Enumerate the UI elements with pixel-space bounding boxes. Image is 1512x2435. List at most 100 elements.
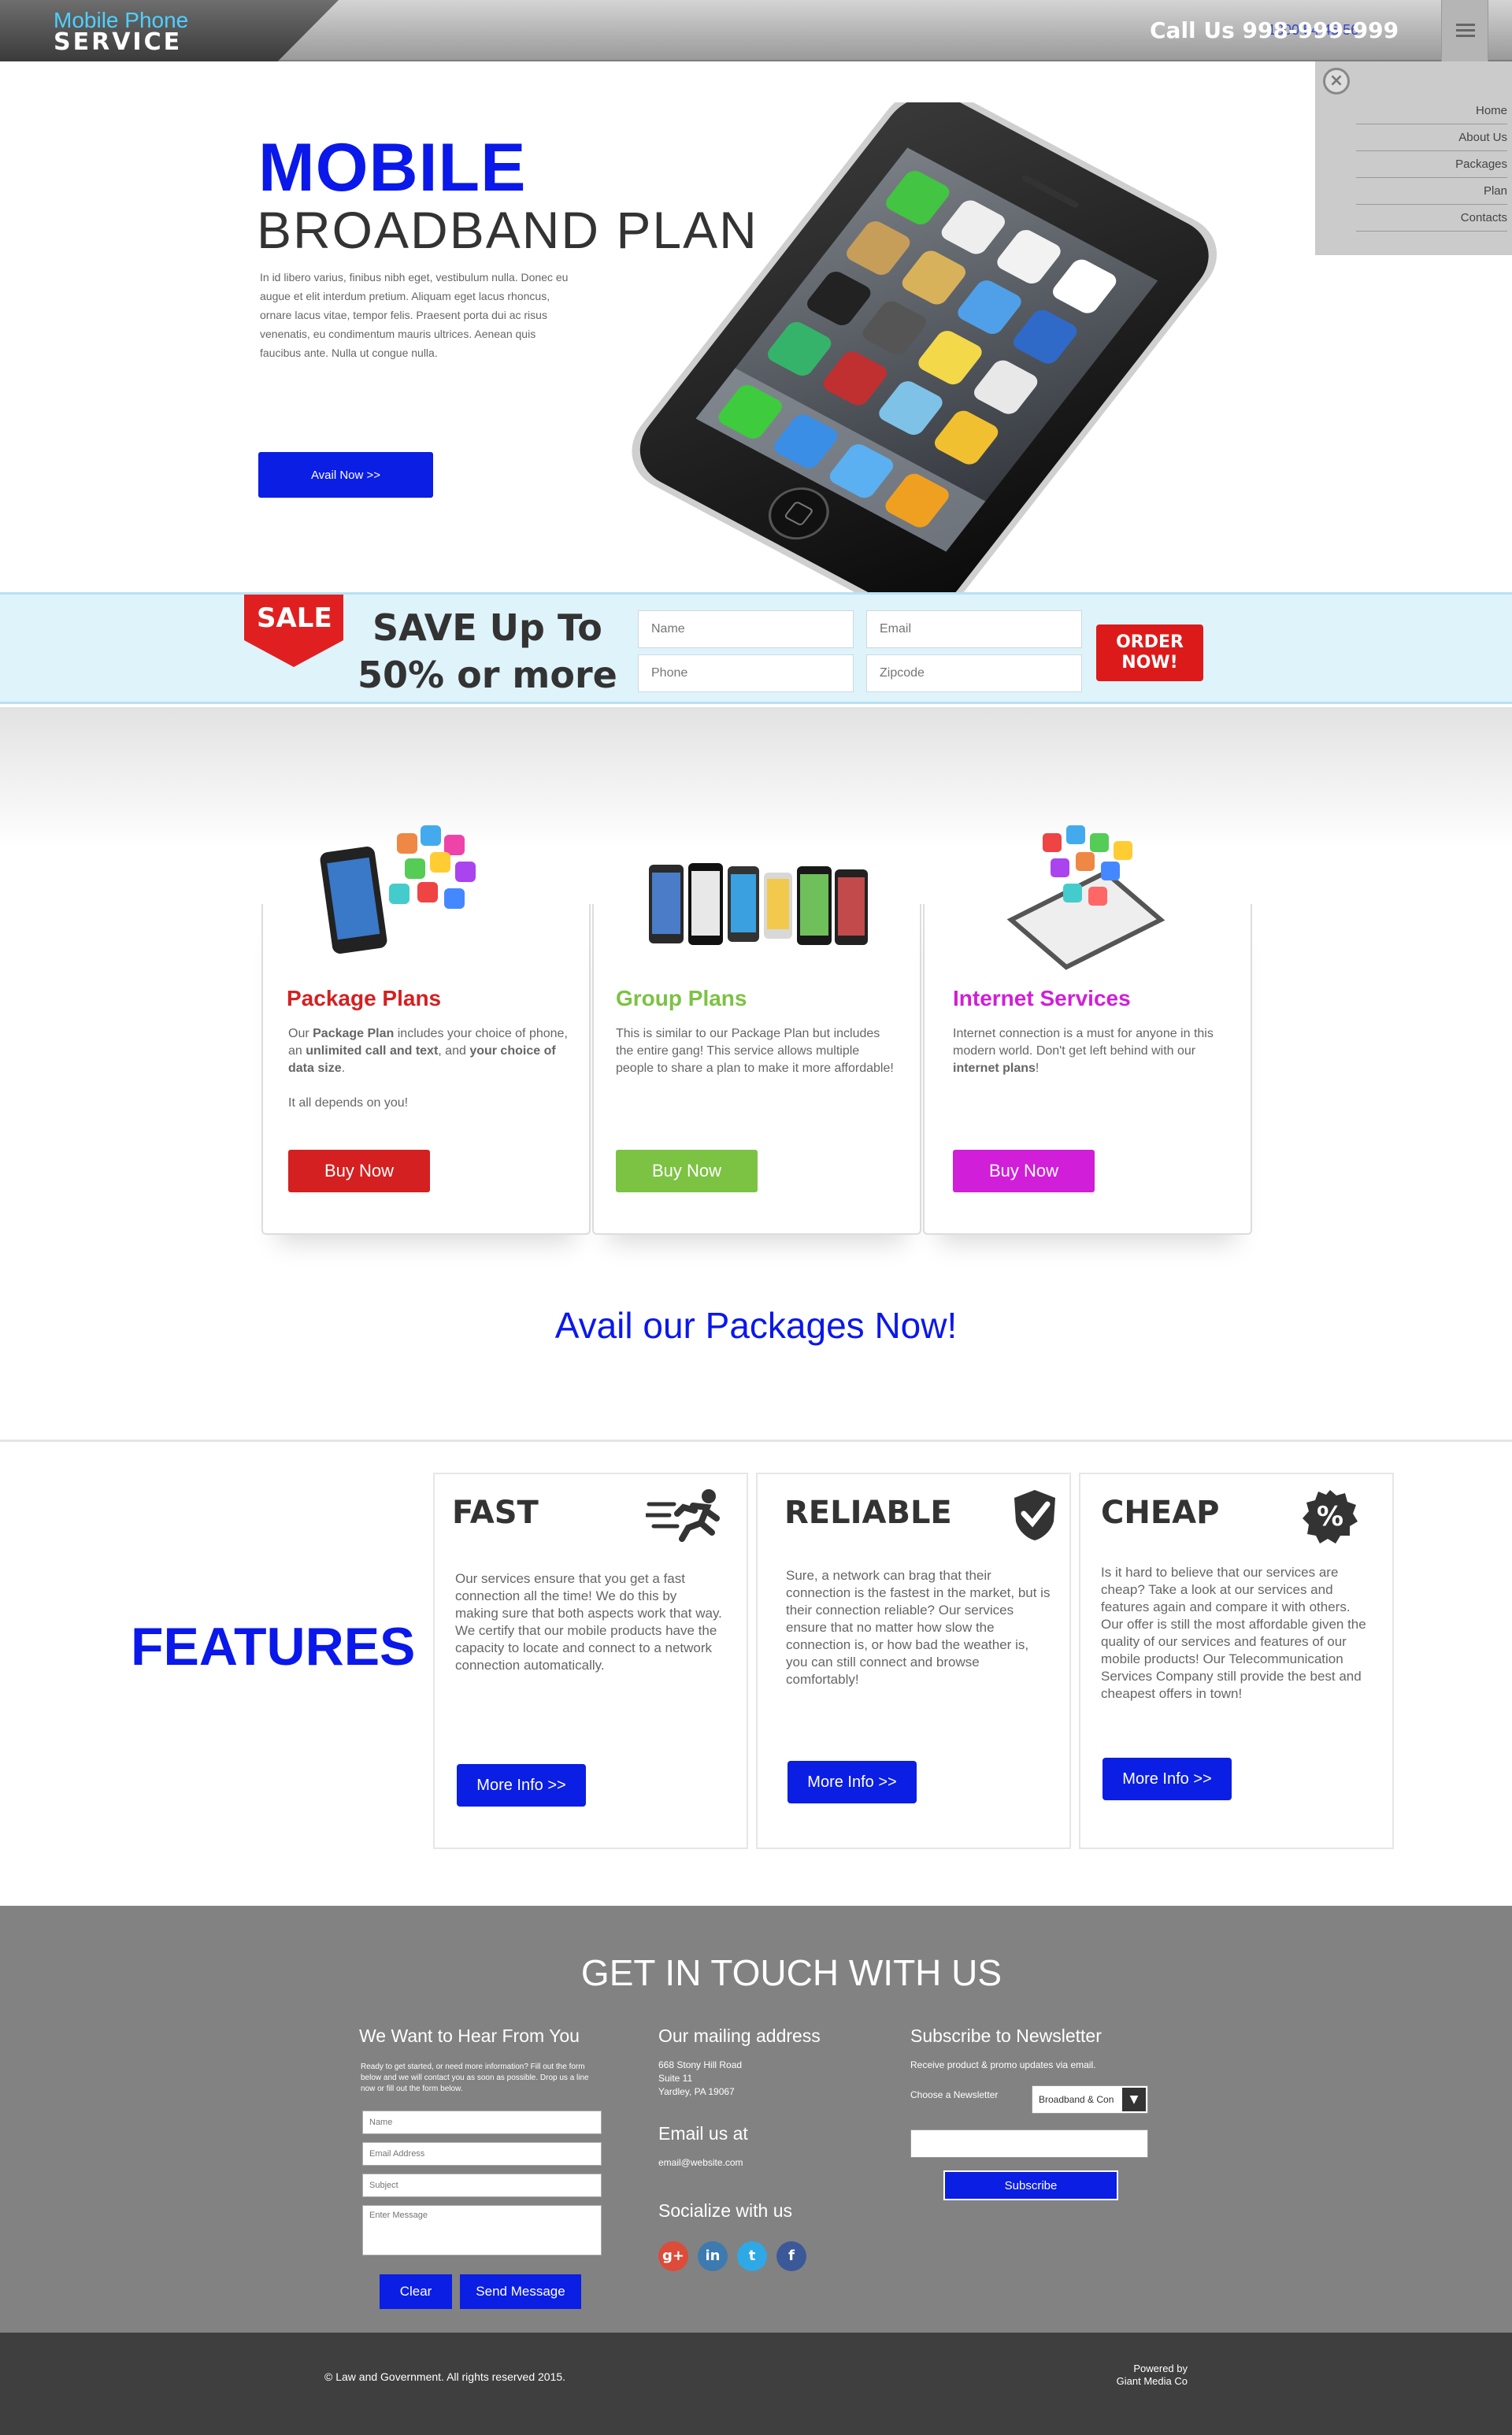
site-header: Mobile Phone SERVICE 1800 54 45 56 Call … <box>0 0 1512 61</box>
text-part: Internet connection is a must for anyone… <box>953 1027 1214 1058</box>
contact-form-intro: Ready to get started, or need more infor… <box>361 2063 589 2093</box>
chevron-down-icon[interactable]: ▼ <box>1122 2088 1146 2111</box>
logo[interactable]: Mobile Phone SERVICE <box>0 0 339 61</box>
text-bold: Package Plan <box>313 1027 395 1040</box>
contact-form-heading: We Want to Hear From You <box>359 2025 580 2046</box>
powered-by-label: Powered by <box>1133 2363 1188 2374</box>
mailing-address-heading: Our mailing address <box>658 2025 821 2046</box>
newsletter-selected-value: Broadband & Con <box>1039 2094 1114 2105</box>
phone-apps-icon <box>320 825 476 954</box>
shield-check-icon <box>1014 1490 1055 1540</box>
email-field[interactable] <box>866 610 1082 648</box>
more-info-button[interactable]: More Info >> <box>788 1761 917 1803</box>
sale-headline-line1: SAVE Up To <box>372 606 602 649</box>
avail-now-button[interactable]: Avail Now >> <box>258 452 433 498</box>
text-part: Our <box>288 1027 313 1040</box>
copyright-text: © Law and Government. All rights reserve… <box>324 2370 566 2383</box>
buy-now-button[interactable]: Buy Now <box>953 1150 1095 1192</box>
mailing-address-line: Suite 11 <box>658 2073 693 2084</box>
text-bold: unlimited call and text <box>306 1044 439 1058</box>
newsletter-heading: Subscribe to Newsletter <box>910 2025 1102 2046</box>
contact-subject-field[interactable] <box>362 2174 602 2197</box>
nav-item-contacts[interactable]: Contacts <box>1356 205 1507 232</box>
smartphone-apps-icon <box>1006 825 1166 970</box>
subscribe-button[interactable]: Subscribe <box>943 2170 1118 2200</box>
package-description: Internet connection is a must for anyone… <box>953 1025 1236 1077</box>
order-now-button[interactable]: ORDER NOW! <box>1096 625 1203 681</box>
hamburger-icon-bar <box>1456 35 1475 37</box>
powered-by: Powered by Giant Media Co <box>1106 2363 1188 2388</box>
facebook-icon[interactable]: f <box>776 2241 806 2271</box>
text-bold: internet plans <box>953 1062 1036 1075</box>
name-field[interactable] <box>638 610 854 648</box>
buy-now-button[interactable]: Buy Now <box>288 1150 430 1192</box>
nav-dropdown: × Home About Us Packages Plan Contacts <box>1315 61 1512 255</box>
feature-title: RELIABLE <box>784 1495 952 1531</box>
package-tagline: It all depends on you! <box>288 1096 409 1110</box>
phone-number[interactable]: Call Us 998-999-999 <box>1150 17 1399 43</box>
contact-title: GET IN TOUCH WITH US <box>580 1952 1002 1993</box>
more-info-button[interactable]: More Info >> <box>457 1764 586 1807</box>
package-description: This is similar to our Package Plan but … <box>616 1027 894 1075</box>
percent-badge-icon: % <box>1303 1490 1358 1544</box>
mailing-address-line: 668 Stony Hill Road <box>658 2059 743 2070</box>
running-man-icon <box>646 1489 720 1542</box>
package-title: Group Plans <box>616 986 747 1010</box>
feature-title: CHEAP <box>1101 1495 1220 1531</box>
hamburger-icon-bar <box>1456 29 1475 32</box>
svg-text:%: % <box>1317 1501 1343 1533</box>
contact-message-field[interactable] <box>362 2205 602 2255</box>
email-link[interactable]: email@website.com <box>658 2156 743 2170</box>
hero-title: MOBILE <box>258 130 527 206</box>
smartphone-illustration <box>632 102 1217 614</box>
google-plus-icon[interactable]: g+ <box>658 2241 688 2271</box>
feature-description: Our services ensure that you get a fast … <box>455 1571 722 1673</box>
avail-packages-heading: Avail our Packages Now! <box>554 1305 958 1346</box>
newsletter-intro: Receive product & promo updates via emai… <box>910 2059 1096 2070</box>
hero-description: In id libero varius, finibus nibh eget, … <box>260 271 569 359</box>
newsletter-choose-label: Choose a Newsletter <box>910 2089 999 2100</box>
contact-name-field[interactable] <box>362 2111 602 2134</box>
buy-now-button[interactable]: Buy Now <box>616 1150 758 1192</box>
phones-group-icon <box>649 863 868 945</box>
mailing-address-line: Yardley, PA 19067 <box>658 2086 735 2097</box>
package-title: Internet Services <box>953 986 1131 1010</box>
powered-by-company[interactable]: Giant Media Co <box>1106 2375 1188 2388</box>
hamburger-menu-button[interactable] <box>1441 0 1488 61</box>
close-icon[interactable]: × <box>1323 68 1350 95</box>
text-part: ! <box>1035 1062 1040 1075</box>
contact-email-field[interactable] <box>362 2142 602 2166</box>
order-now-label-2: NOW! <box>1121 653 1178 673</box>
feature-description: Is it hard to believe that our services … <box>1101 1565 1366 1701</box>
features-heading: FEATURES <box>131 1617 416 1677</box>
package-title: Package Plans <box>287 986 442 1010</box>
twitter-icon[interactable]: t <box>737 2241 767 2271</box>
order-now-label-1: ORDER <box>1116 632 1184 652</box>
phone-field[interactable] <box>638 654 854 692</box>
sale-headline-line2: 50% or more <box>358 654 617 696</box>
linkedin-icon[interactable]: in <box>698 2241 728 2271</box>
social-heading: Socialize with us <box>658 2200 793 2221</box>
send-message-button[interactable]: Send Message <box>460 2274 581 2309</box>
nav-item-about[interactable]: About Us <box>1356 124 1507 151</box>
sale-tag-label: SALE <box>257 602 332 634</box>
email-heading: Email us at <box>658 2123 748 2144</box>
more-info-button[interactable]: More Info >> <box>1102 1758 1232 1800</box>
site-footer <box>0 2333 1512 2435</box>
nav-item-home[interactable]: Home <box>1356 98 1507 124</box>
feature-description: Sure, a network can brag that their conn… <box>786 1568 1051 1687</box>
text-part: , and <box>438 1044 470 1058</box>
sale-headline: SAVE Up To 50% or more <box>358 604 617 699</box>
sale-bar: SALE SAVE Up To 50% or more ORDER NOW! <box>0 592 1512 704</box>
feature-title: FAST <box>452 1495 539 1531</box>
nav-item-plan[interactable]: Plan <box>1356 178 1507 205</box>
newsletter-email-field[interactable] <box>910 2129 1148 2158</box>
package-description: Our Package Plan includes your choice of… <box>288 1025 572 1077</box>
newsletter-select[interactable]: Broadband & Con ▼ <box>1032 2085 1148 2114</box>
text-part: . <box>341 1062 346 1075</box>
logo-text-bottom: SERVICE <box>54 28 183 56</box>
clear-button[interactable]: Clear <box>380 2274 452 2309</box>
nav-item-packages[interactable]: Packages <box>1356 151 1507 178</box>
zipcode-field[interactable] <box>866 654 1082 692</box>
hamburger-icon <box>1456 24 1475 26</box>
